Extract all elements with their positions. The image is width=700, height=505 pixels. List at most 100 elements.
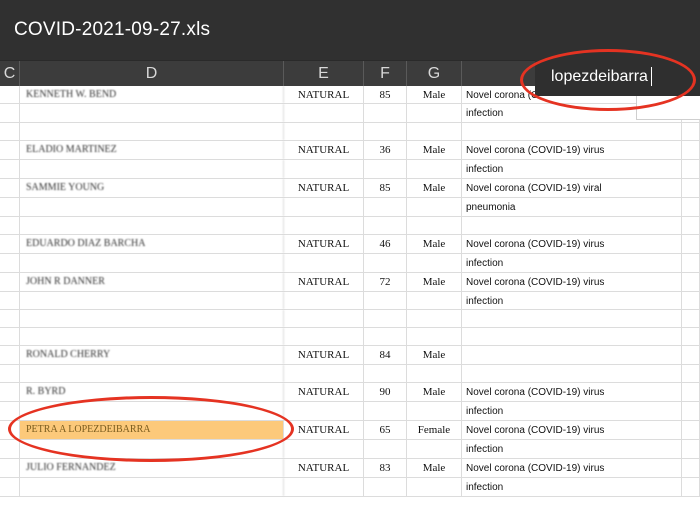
cell-empty[interactable]: [0, 328, 20, 345]
cell-name[interactable]: SAMMIE YOUNG: [20, 179, 284, 197]
cell-age[interactable]: 65: [364, 421, 407, 439]
cell-empty[interactable]: [0, 459, 20, 477]
cell-kind[interactable]: [284, 440, 364, 458]
cell-name[interactable]: [20, 478, 284, 496]
cell-name[interactable]: EDUARDO DIAZ BARCHA: [20, 235, 284, 253]
cell-sex[interactable]: Male: [407, 141, 462, 159]
cell-sex[interactable]: [407, 365, 462, 382]
cell-cause[interactable]: Novel corona (COVID-19) virus: [462, 235, 682, 253]
cell-name-highlighted[interactable]: PETRA A LOPEZDEIBARRA: [20, 421, 284, 439]
cell-age[interactable]: 85: [364, 86, 407, 103]
cell-age[interactable]: [364, 254, 407, 272]
cell-kind[interactable]: [284, 160, 364, 178]
cell-age[interactable]: [364, 328, 407, 345]
cell-name[interactable]: [20, 217, 284, 234]
cell-empty[interactable]: [682, 235, 700, 253]
cell-empty[interactable]: [0, 104, 20, 122]
cell-empty[interactable]: [682, 328, 700, 345]
cell-age[interactable]: [364, 440, 407, 458]
cell-cause[interactable]: [462, 310, 682, 327]
cell-age[interactable]: [364, 292, 407, 309]
cell-empty[interactable]: [0, 365, 20, 382]
cell-name[interactable]: [20, 160, 284, 178]
cell-empty[interactable]: [0, 440, 20, 458]
cell-empty[interactable]: [0, 292, 20, 309]
cell-cause[interactable]: [462, 217, 682, 234]
cell-kind[interactable]: NATURAL: [284, 179, 364, 197]
cell-age[interactable]: [364, 402, 407, 420]
cell-cause[interactable]: infection: [462, 402, 682, 420]
cell-empty[interactable]: [682, 273, 700, 291]
cell-kind[interactable]: NATURAL: [284, 459, 364, 477]
cell-name[interactable]: R. BYRD: [20, 383, 284, 401]
cell-kind[interactable]: NATURAL: [284, 86, 364, 103]
cell-age[interactable]: [364, 217, 407, 234]
cell-empty[interactable]: [682, 459, 700, 477]
cell-name[interactable]: [20, 365, 284, 382]
cell-empty[interactable]: [682, 402, 700, 420]
cell-empty[interactable]: [0, 254, 20, 272]
cell-empty[interactable]: [0, 160, 20, 178]
cell-cause[interactable]: Novel corona (COVID-19) viral: [462, 179, 682, 197]
cell-sex[interactable]: [407, 198, 462, 216]
cell-age[interactable]: 46: [364, 235, 407, 253]
cell-age[interactable]: 90: [364, 383, 407, 401]
cell-name[interactable]: [20, 198, 284, 216]
cell-age[interactable]: 72: [364, 273, 407, 291]
cell-kind[interactable]: NATURAL: [284, 346, 364, 364]
column-header-g[interactable]: G: [407, 61, 462, 86]
cell-cause[interactable]: infection: [462, 254, 682, 272]
cell-empty[interactable]: [682, 123, 700, 140]
cell-kind[interactable]: NATURAL: [284, 235, 364, 253]
cell-empty[interactable]: [0, 235, 20, 253]
cell-cause[interactable]: Novel corona (COVID-19) virus: [462, 141, 682, 159]
column-header-d[interactable]: D: [20, 61, 284, 86]
cell-kind[interactable]: NATURAL: [284, 421, 364, 439]
cell-age[interactable]: [364, 104, 407, 122]
cell-cause[interactable]: infection: [462, 292, 682, 309]
cell-kind[interactable]: NATURAL: [284, 273, 364, 291]
cell-empty[interactable]: [682, 440, 700, 458]
cell-kind[interactable]: [284, 478, 364, 496]
cell-empty[interactable]: [682, 383, 700, 401]
cell-sex[interactable]: Male: [407, 235, 462, 253]
cell-cause[interactable]: Novel corona (COVID-19) virus: [462, 383, 682, 401]
cell-sex[interactable]: [407, 254, 462, 272]
cell-sex[interactable]: Male: [407, 273, 462, 291]
cell-empty[interactable]: [682, 217, 700, 234]
cell-sex[interactable]: [407, 440, 462, 458]
cell-empty[interactable]: [0, 179, 20, 197]
cell-sex[interactable]: Male: [407, 383, 462, 401]
cell-age[interactable]: 85: [364, 179, 407, 197]
cell-name[interactable]: [20, 310, 284, 327]
column-header-c[interactable]: C: [0, 61, 20, 86]
cell-name[interactable]: [20, 254, 284, 272]
cell-sex[interactable]: Female: [407, 421, 462, 439]
cell-sex[interactable]: [407, 328, 462, 345]
cell-age[interactable]: [364, 123, 407, 140]
cell-cause[interactable]: Novel corona (COVID-19) virus: [462, 421, 682, 439]
search-input[interactable]: [551, 64, 681, 90]
cell-cause[interactable]: Novel corona (COVID-19) virus: [462, 459, 682, 477]
cell-kind[interactable]: NATURAL: [284, 383, 364, 401]
cell-cause[interactable]: pneumonia: [462, 198, 682, 216]
cell-name[interactable]: [20, 440, 284, 458]
cell-name[interactable]: [20, 402, 284, 420]
cell-age[interactable]: [364, 160, 407, 178]
cell-age[interactable]: [364, 198, 407, 216]
cell-name[interactable]: [20, 104, 284, 122]
cell-empty[interactable]: [682, 346, 700, 364]
column-header-f[interactable]: F: [364, 61, 407, 86]
cell-kind[interactable]: [284, 254, 364, 272]
cell-cause[interactable]: infection: [462, 160, 682, 178]
cell-empty[interactable]: [0, 198, 20, 216]
cell-sex[interactable]: [407, 402, 462, 420]
cell-empty[interactable]: [0, 310, 20, 327]
cell-empty[interactable]: [0, 273, 20, 291]
cell-cause[interactable]: [462, 328, 682, 345]
cell-empty[interactable]: [0, 478, 20, 496]
cell-kind[interactable]: [284, 292, 364, 309]
cell-empty[interactable]: [682, 421, 700, 439]
cell-sex[interactable]: [407, 160, 462, 178]
cell-sex[interactable]: [407, 217, 462, 234]
